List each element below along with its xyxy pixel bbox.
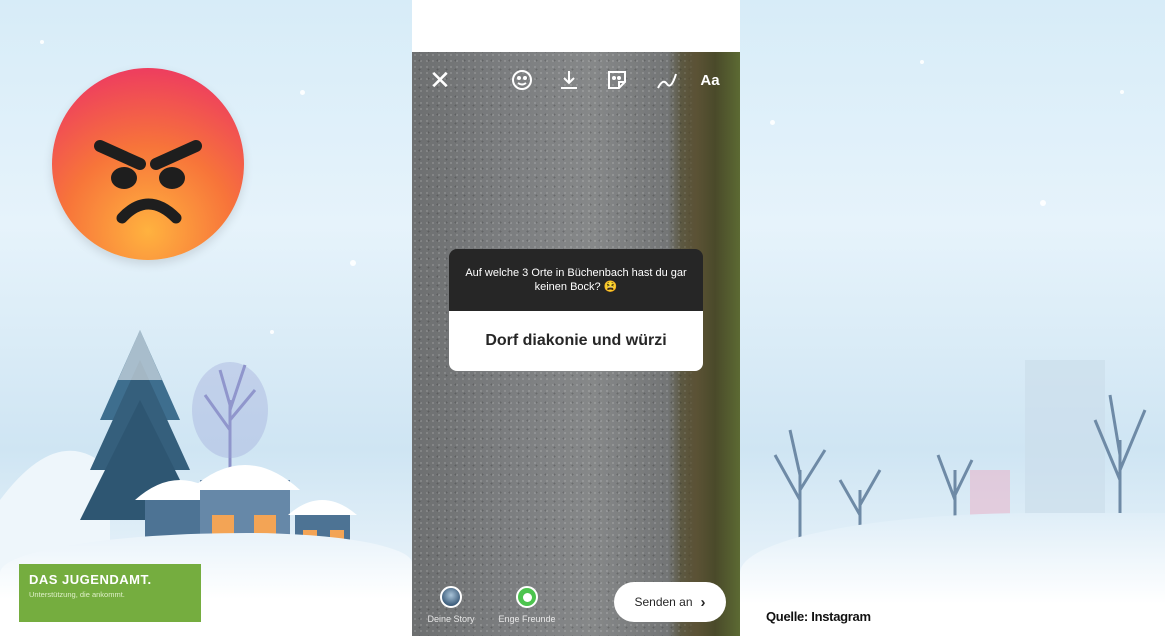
question-sticker[interactable]: Auf welche 3 Orte in Büchenbach hast du … <box>449 249 703 371</box>
winter-background-right <box>740 0 1165 643</box>
close-icon[interactable]: ✕ <box>426 65 454 95</box>
send-to-button[interactable]: Senden an › <box>614 582 726 622</box>
your-story-button[interactable]: Deine Story <box>414 586 488 624</box>
story-toolbar: ✕ Aa <box>412 52 740 108</box>
close-friends-button[interactable]: Enge Freunde <box>490 586 564 624</box>
close-friends-label: Enge Freunde <box>498 614 556 624</box>
question-text: Auf welche 3 Orte in Büchenbach hast du … <box>449 249 703 311</box>
angry-face-icon <box>52 68 244 260</box>
close-friends-star-icon <box>516 586 538 608</box>
your-story-label: Deine Story <box>427 614 475 624</box>
question-answer: Dorf diakonie und würzi <box>449 311 703 371</box>
chevron-right-icon: › <box>700 593 706 611</box>
text-tool-button[interactable]: Aa <box>696 66 724 94</box>
story-bottom-bar: Deine Story Enge Freunde Senden an › <box>412 572 740 636</box>
sticker-icon[interactable] <box>603 66 631 94</box>
download-icon[interactable] <box>555 66 583 94</box>
logo-subtitle: Unterstützung, die ankommt. <box>29 590 125 599</box>
face-filter-icon[interactable] <box>508 66 536 94</box>
draw-icon[interactable] <box>653 66 681 94</box>
source-caption: Quelle: Instagram <box>766 609 871 624</box>
instagram-story-editor: ✕ Aa Auf welche 3 Orte in Büchenbach has… <box>412 52 740 636</box>
jugendamt-logo: DAS JUGENDAMT. Unterstützung, die ankomm… <box>19 564 201 622</box>
avatar <box>440 586 462 608</box>
send-to-label: Senden an <box>634 595 693 609</box>
logo-title: DAS JUGENDAMT. <box>29 572 152 587</box>
